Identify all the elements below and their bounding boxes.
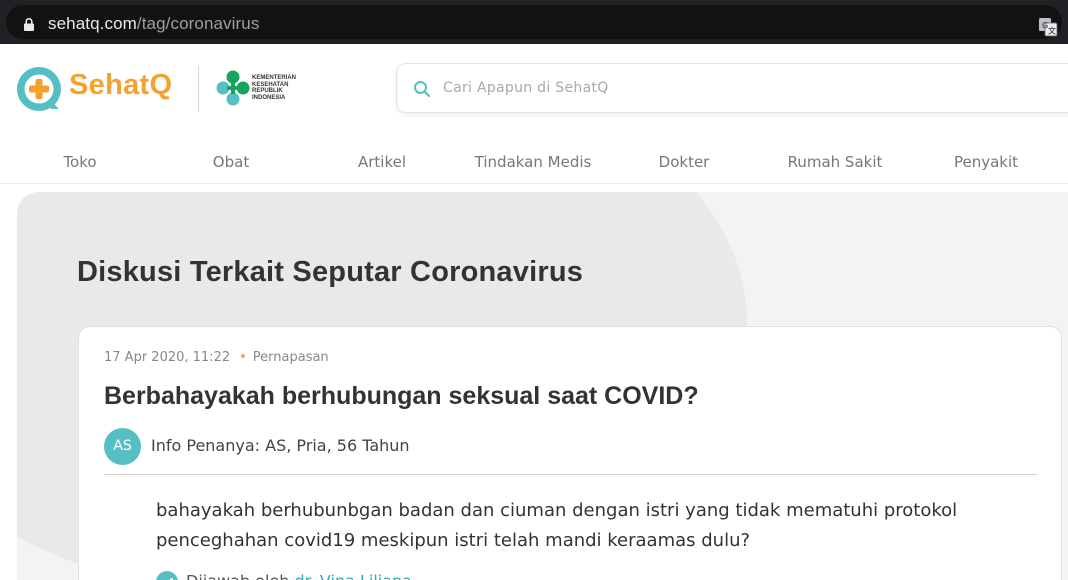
url-host: sehatq.com bbox=[48, 14, 137, 33]
nav-item-dokter[interactable]: Dokter bbox=[659, 153, 710, 171]
card-divider bbox=[104, 474, 1037, 475]
doctor-link[interactable]: dr. Vina Liliana bbox=[294, 572, 412, 580]
question-card[interactable]: 17 Apr 2020, 11:22 • Pernapasan Berbahayak… bbox=[78, 326, 1062, 580]
translate-icon[interactable]: G 文 bbox=[1038, 17, 1058, 37]
check-icon bbox=[156, 571, 178, 580]
nav-item-toko[interactable]: Toko bbox=[63, 153, 96, 171]
asker-info: Info Penanya: AS, Pria, 56 Tahun bbox=[151, 436, 410, 455]
sehatq-logo-text[interactable]: SehatQ bbox=[69, 69, 172, 102]
kemenkes-logo-icon bbox=[216, 70, 250, 106]
nav-item-tindakan-medis[interactable]: Tindakan Medis bbox=[475, 153, 592, 171]
section-title: Diskusi Terkait Seputar Coronavirus bbox=[77, 256, 584, 288]
url-path: /tag/coronavirus bbox=[136, 14, 260, 33]
logo-divider bbox=[198, 66, 199, 112]
search-placeholder: Cari Apapun di SehatQ bbox=[443, 80, 609, 96]
answered-by: Dijawab oleh dr. Vina Liliana bbox=[156, 571, 412, 580]
search-icon bbox=[414, 81, 431, 98]
browser-address-bar: sehatq.com/tag/coronavirus G 文 bbox=[0, 0, 1068, 44]
search-input[interactable]: Cari Apapun di SehatQ bbox=[396, 63, 1068, 113]
sehatq-logo-icon[interactable] bbox=[16, 66, 62, 112]
lock-icon bbox=[24, 18, 34, 31]
question-meta: 17 Apr 2020, 11:22 • Pernapasan bbox=[104, 350, 329, 365]
nav-item-obat[interactable]: Obat bbox=[213, 153, 249, 171]
kemenkes-logo-text: KEMENTERIAN KESEHATAN REPUBLIK INDONESIA bbox=[252, 75, 312, 101]
meta-dot-icon: • bbox=[239, 350, 247, 365]
site-header: SehatQ KEMENTERIAN KESEHATAN REPUBLIK IN… bbox=[0, 44, 1068, 184]
url-field[interactable]: sehatq.com/tag/coronavirus G 文 bbox=[6, 5, 1062, 39]
url-text[interactable]: sehatq.com/tag/coronavirus bbox=[48, 14, 259, 34]
question-date: 17 Apr 2020, 11:22 bbox=[104, 350, 231, 365]
answered-prefix: Dijawab oleh bbox=[186, 572, 289, 580]
svg-text:文: 文 bbox=[1048, 26, 1056, 36]
question-title[interactable]: Berbahayakah berhubungan seksual saat CO… bbox=[104, 382, 699, 411]
nav-item-artikel[interactable]: Artikel bbox=[358, 153, 406, 171]
main-nav: Toko Obat Artikel Tindakan Medis Dokter … bbox=[0, 148, 1068, 178]
avatar: AS bbox=[104, 428, 141, 465]
kemenkes-line: INDONESIA bbox=[252, 94, 286, 101]
question-body: bahayakah berhubunbgan badan dan ciuman … bbox=[156, 500, 958, 551]
nav-item-rumah-sakit[interactable]: Rumah Sakit bbox=[788, 153, 883, 171]
nav-item-penyakit[interactable]: Penyakit bbox=[954, 153, 1018, 171]
question-category[interactable]: Pernapasan bbox=[253, 350, 329, 365]
